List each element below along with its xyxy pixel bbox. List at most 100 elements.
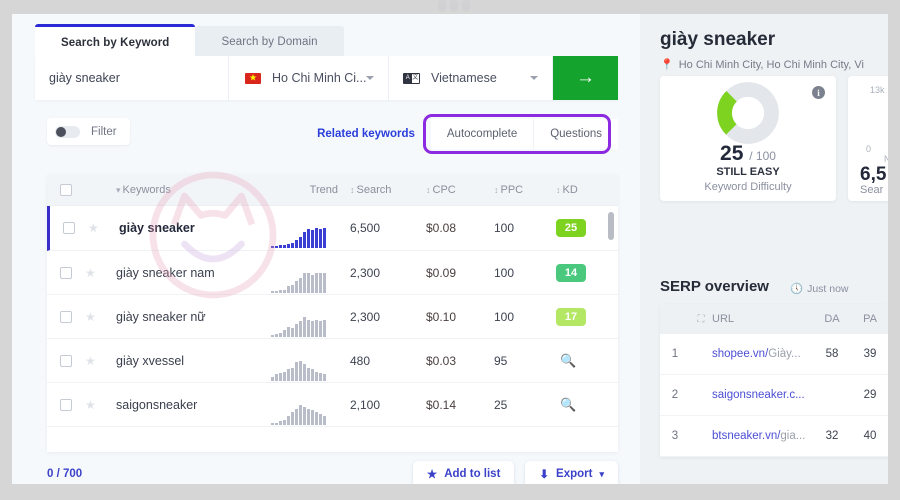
search-icon[interactable]: 🔍 (556, 397, 576, 412)
table-row[interactable]: ★ giày sneaker nữ 2,300 $0.10 100 17 (47, 295, 618, 339)
tab-search-by-domain[interactable]: Search by Domain (195, 26, 344, 58)
serp-url-tail: gia... (780, 430, 806, 442)
serp-row[interactable]: 2 saigonsneaker.c... 29 (660, 375, 888, 416)
right-panel: giày sneaker 📍 Ho Chi Minh City, Ho Chi … (640, 14, 888, 484)
table-row[interactable]: ★ saigonsneaker 2,100 $0.14 25 🔍 (47, 383, 618, 427)
download-icon: ⬇ (539, 469, 550, 481)
tab-related-keywords[interactable]: Related keywords (301, 119, 431, 149)
filter-toggle[interactable]: Filter (47, 118, 130, 145)
watermark-top (438, 0, 474, 12)
kd-max: / 100 (749, 149, 776, 163)
language-select[interactable]: A文 Vietnamese (389, 56, 553, 100)
location-subtitle: 📍 Ho Chi Minh City, Ho Chi Minh City, Vi (660, 58, 864, 72)
kd-badge: 17 (556, 307, 586, 326)
row-trend (250, 217, 350, 248)
serp-updated-text: Just now (807, 282, 849, 295)
row-checkbox[interactable] (60, 398, 72, 411)
serp-url[interactable]: shopee.vn/Giày... (712, 348, 812, 360)
search-bar: giày sneaker Ho Chi Minh Ci... A文 Vietna… (35, 56, 618, 100)
serp-url[interactable]: saigonsneaker.c... (712, 389, 812, 401)
header-kd[interactable]: ↕ KD (556, 184, 618, 196)
tab-questions[interactable]: Questions (534, 119, 618, 149)
serp-rank: 2 (671, 389, 679, 401)
trend-sparkline (250, 271, 338, 293)
favorite-cell[interactable]: ★ (88, 221, 114, 235)
row-ppc: 100 (494, 309, 515, 324)
row-keyword[interactable]: giày sneaker nam (111, 266, 250, 280)
info-icon[interactable]: i (812, 86, 825, 99)
volume-axis-top: 13k (870, 85, 885, 95)
serp-da: 32 (825, 430, 839, 442)
header-search[interactable]: ↕ Search (350, 184, 426, 196)
row-ppc: 95 (494, 353, 508, 368)
screen-root: Search by Keyword Search by Domain giày … (0, 0, 900, 500)
row-cpc: $0.09 (426, 265, 457, 280)
row-checkbox[interactable] (63, 222, 75, 234)
keyword-input-value: giày sneaker (49, 71, 120, 85)
vietnam-flag-icon (245, 72, 261, 84)
location-select[interactable]: Ho Chi Minh Ci... (229, 56, 389, 100)
row-select-cell (50, 222, 88, 234)
favorite-cell[interactable]: ★ (85, 354, 111, 368)
tab-autocomplete[interactable]: Autocomplete (430, 119, 535, 149)
row-checkbox[interactable] (60, 354, 72, 367)
row-kd: 14 (556, 263, 618, 282)
row-search-volume: 6,500 (350, 221, 381, 235)
add-to-list-button[interactable]: ★ Add to list (412, 460, 515, 484)
row-keyword[interactable]: giày xvessel (111, 354, 250, 368)
kd-caption: Keyword Difficulty (704, 181, 792, 193)
serp-pa: 40 (863, 430, 877, 442)
keyword-tab-group: Autocomplete Questions (430, 119, 618, 149)
table-row[interactable]: ★ giày xvessel 480 $0.03 95 🔍 (47, 339, 618, 383)
sort-icon: ↕ (350, 184, 355, 195)
export-button[interactable]: ⬇ Export ▾ (525, 460, 618, 484)
expand-icon[interactable]: ⛶ (690, 314, 712, 325)
tab-search-by-keyword[interactable]: Search by Keyword (35, 24, 196, 58)
header-ppc[interactable]: ↕ PPC (494, 184, 556, 196)
footer-actions: ★ Add to list ⬇ Export ▾ (412, 460, 618, 484)
header-cpc[interactable]: ↕ CPC (426, 184, 494, 196)
volume-axis-bottom: 0 (866, 144, 872, 154)
keyword-input[interactable]: giày sneaker (35, 56, 229, 100)
row-search-volume: 2,300 (350, 309, 381, 324)
table-row[interactable]: ★ giày sneaker 6,500 $0.08 100 25 (47, 206, 618, 251)
search-icon[interactable]: 🔍 (556, 353, 576, 368)
kd-badge: 25 (556, 219, 586, 237)
app-window: Search by Keyword Search by Domain giày … (12, 14, 888, 484)
serp-row[interactable]: 1 shopee.vn/Giày... 58 39 (660, 334, 888, 375)
arrow-right-icon: → (576, 67, 595, 88)
table-row[interactable]: ★ giày sneaker nam 2,300 $0.09 100 14 (47, 251, 618, 295)
map-pin-icon: 📍 (660, 59, 674, 71)
favorite-cell[interactable]: ★ (85, 266, 111, 280)
left-panel: Search by Keyword Search by Domain giày … (12, 14, 640, 484)
select-all-checkbox[interactable] (60, 183, 72, 196)
row-checkbox[interactable] (60, 266, 72, 279)
row-keyword[interactable]: giày sneaker (114, 221, 250, 235)
sort-icon: ↕ (556, 184, 561, 195)
serp-updated: 🕔 Just now (790, 282, 849, 296)
metric-cards: i 25 / 100 STILL EASY Keyword Difficulty… (660, 76, 888, 201)
search-submit-button[interactable]: → (553, 56, 618, 100)
row-cpc: $0.08 (426, 221, 457, 235)
serp-url[interactable]: btsneaker.vn/gia... (712, 430, 812, 442)
favorite-cell[interactable]: ★ (85, 310, 111, 324)
serp-da: 58 (825, 348, 839, 360)
search-volume-card: 13k 0 N 6,5 Sear (848, 76, 888, 201)
row-keyword[interactable]: giày sneaker nữ (111, 310, 250, 324)
star-icon: ★ (85, 265, 96, 280)
table-header-row: ▾ Keywords Trend ↕ Search ↕ CPC ↕ PPC ↕ … (47, 174, 618, 206)
tab-questions-label: Questions (550, 128, 602, 140)
row-keyword[interactable]: saigonsneaker (111, 398, 250, 412)
serp-row[interactable]: 3 btsneaker.vn/gia... 32 40 (660, 416, 888, 457)
header-keywords[interactable]: ▾ Keywords (111, 184, 250, 196)
serp-body: 1 shopee.vn/Giày... 58 39 2 saigonsneaker.c..… (660, 334, 888, 457)
favorite-cell[interactable]: ★ (85, 398, 111, 412)
table-scrollbar[interactable] (608, 212, 614, 240)
row-kd: 🔍 (556, 353, 618, 369)
row-checkbox[interactable] (60, 310, 72, 323)
trend-sparkline (250, 315, 338, 337)
row-select-cell (47, 310, 85, 323)
row-select-cell (47, 398, 85, 411)
row-search-volume: 2,300 (350, 265, 381, 280)
kd-badge: 14 (556, 263, 586, 282)
